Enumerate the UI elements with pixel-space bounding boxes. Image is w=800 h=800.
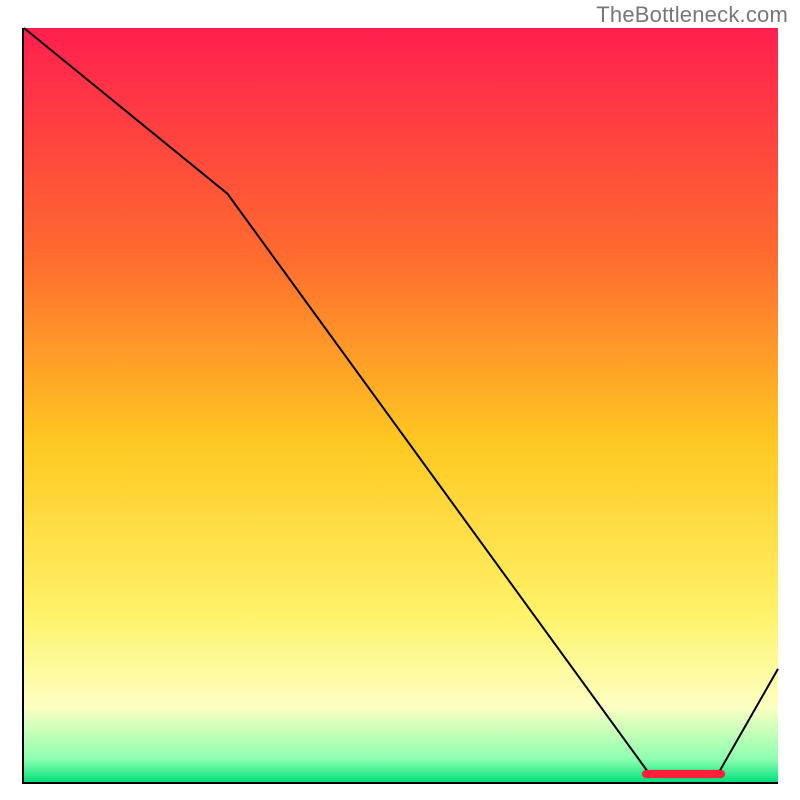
watermark-text: TheBottleneck.com [596,2,788,28]
chart-line-layer [24,28,778,782]
chart-area [22,28,778,784]
chart-optimum-marker [642,770,725,778]
chart-series-curve [24,28,778,774]
